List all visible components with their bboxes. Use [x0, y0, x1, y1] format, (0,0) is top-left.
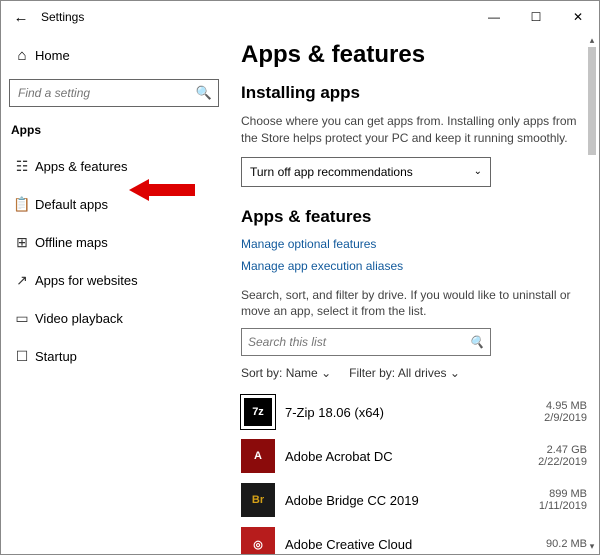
search-icon: 🔍 — [469, 335, 484, 349]
app-size: 2.47 GB — [538, 444, 587, 456]
app-list-item[interactable]: ◎ Adobe Creative Cloud 90.2 MB — [241, 522, 587, 554]
apps-features-heading: Apps & features — [241, 207, 587, 227]
sidebar-item-label: Video playback — [35, 311, 123, 326]
sidebar-item-label: Default apps — [35, 197, 108, 212]
sidebar-item-label: Offline maps — [35, 235, 108, 250]
app-meta: 899 MB 1/11/2019 — [539, 488, 587, 512]
app-date: 2/9/2019 — [544, 412, 587, 424]
search-list-placeholder: Search this list — [248, 335, 326, 349]
sidebar-item-apps-websites[interactable]: ↗ Apps for websites — [9, 261, 219, 299]
filter-label: Filter by: — [349, 366, 395, 380]
app-name: Adobe Acrobat DC — [285, 449, 538, 464]
scrollbar-thumb[interactable] — [588, 47, 596, 155]
home-label: Home — [35, 48, 70, 63]
settings-window: ← Settings — ☐ ✕ ⌂ Home 🔍 Apps ☷ Apps & … — [0, 0, 600, 555]
app-date: 2/22/2019 — [538, 456, 587, 468]
chevron-down-icon: ⌄ — [321, 366, 331, 380]
search-icon: 🔍 — [196, 85, 212, 101]
manage-app-aliases-link[interactable]: Manage app execution aliases — [241, 259, 587, 273]
page-title: Apps & features — [241, 41, 587, 69]
sidebar-item-startup[interactable]: ☐ Startup — [9, 337, 219, 375]
home-icon: ⌂ — [9, 47, 35, 64]
sidebar-item-apps-features[interactable]: ☷ Apps & features — [9, 147, 219, 185]
filter-by-control[interactable]: Filter by: All drives ⌄ — [349, 366, 460, 380]
sidebar-category: Apps — [9, 123, 219, 137]
back-button[interactable]: ← — [7, 9, 35, 26]
default-apps-icon: 📋 — [9, 196, 35, 213]
find-setting-input[interactable] — [16, 85, 196, 101]
search-list-input[interactable]: Search this list 🔍 — [241, 328, 491, 356]
apps-features-icon: ☷ — [9, 158, 35, 175]
app-meta: 90.2 MB — [546, 538, 587, 550]
sidebar-item-video-playback[interactable]: ▭ Video playback — [9, 299, 219, 337]
chevron-down-icon: ⌄ — [474, 166, 482, 177]
installing-apps-heading: Installing apps — [241, 83, 587, 103]
sidebar-item-label: Apps for websites — [35, 273, 138, 288]
app-name: Adobe Bridge CC 2019 — [285, 493, 539, 508]
sort-by-control[interactable]: Sort by: Name ⌄ — [241, 366, 331, 380]
window-body: ⌂ Home 🔍 Apps ☷ Apps & features 📋 Defaul… — [1, 33, 599, 554]
app-list-item[interactable]: A Adobe Acrobat DC 2.47 GB 2/22/2019 — [241, 434, 587, 478]
app-size: 90.2 MB — [546, 538, 587, 550]
scrollbar[interactable]: ▴ ▾ — [587, 33, 597, 554]
app-icon: ◎ — [241, 527, 275, 554]
app-size: 4.95 MB — [544, 400, 587, 412]
filter-value: All drives — [398, 366, 447, 380]
title-bar: ← Settings — ☐ ✕ — [1, 1, 599, 33]
app-name: 7-Zip 18.06 (x64) — [285, 405, 544, 420]
app-size: 899 MB — [539, 488, 587, 500]
sort-filter-row: Sort by: Name ⌄ Filter by: All drives ⌄ — [241, 366, 587, 380]
offline-maps-icon: ⊞ — [9, 234, 35, 251]
sidebar-item-offline-maps[interactable]: ⊞ Offline maps — [9, 223, 219, 261]
app-icon: Br — [241, 483, 275, 517]
main-content: Apps & features Installing apps Choose w… — [229, 33, 599, 554]
sidebar-item-label: Apps & features — [35, 159, 128, 174]
app-icon: 7z — [241, 395, 275, 429]
dropdown-value: Turn off app recommendations — [250, 165, 413, 179]
apps-websites-icon: ↗ — [9, 272, 35, 289]
chevron-down-icon: ⌄ — [450, 366, 460, 380]
app-name: Adobe Creative Cloud — [285, 537, 546, 552]
installing-apps-dropdown[interactable]: Turn off app recommendations ⌄ — [241, 157, 491, 187]
app-list-item[interactable]: 7z 7-Zip 18.06 (x64) 4.95 MB 2/9/2019 — [241, 390, 587, 434]
app-list-item[interactable]: Br Adobe Bridge CC 2019 899 MB 1/11/2019 — [241, 478, 587, 522]
installing-apps-desc: Choose where you can get apps from. Inst… — [241, 113, 587, 147]
sidebar-item-label: Startup — [35, 349, 77, 364]
sort-label: Sort by: — [241, 366, 282, 380]
find-setting-search[interactable]: 🔍 — [9, 79, 219, 107]
app-meta: 2.47 GB 2/22/2019 — [538, 444, 587, 468]
sort-value: Name — [286, 366, 318, 380]
app-meta: 4.95 MB 2/9/2019 — [544, 400, 587, 424]
manage-optional-features-link[interactable]: Manage optional features — [241, 237, 587, 251]
app-icon: A — [241, 439, 275, 473]
home-nav[interactable]: ⌂ Home — [9, 39, 219, 71]
sidebar-item-default-apps[interactable]: 📋 Default apps — [9, 185, 219, 223]
window-title: Settings — [41, 10, 84, 24]
minimize-button[interactable]: — — [473, 1, 515, 33]
scroll-down-icon[interactable]: ▾ — [587, 541, 597, 552]
scroll-up-icon[interactable]: ▴ — [587, 35, 597, 46]
app-list: 7z 7-Zip 18.06 (x64) 4.95 MB 2/9/2019 A … — [241, 390, 587, 554]
sidebar: ⌂ Home 🔍 Apps ☷ Apps & features 📋 Defaul… — [1, 33, 229, 554]
video-playback-icon: ▭ — [9, 310, 35, 327]
close-button[interactable]: ✕ — [557, 1, 599, 33]
app-date: 1/11/2019 — [539, 500, 587, 512]
startup-icon: ☐ — [9, 348, 35, 365]
search-sort-desc: Search, sort, and filter by drive. If yo… — [241, 287, 587, 321]
maximize-button[interactable]: ☐ — [515, 1, 557, 33]
